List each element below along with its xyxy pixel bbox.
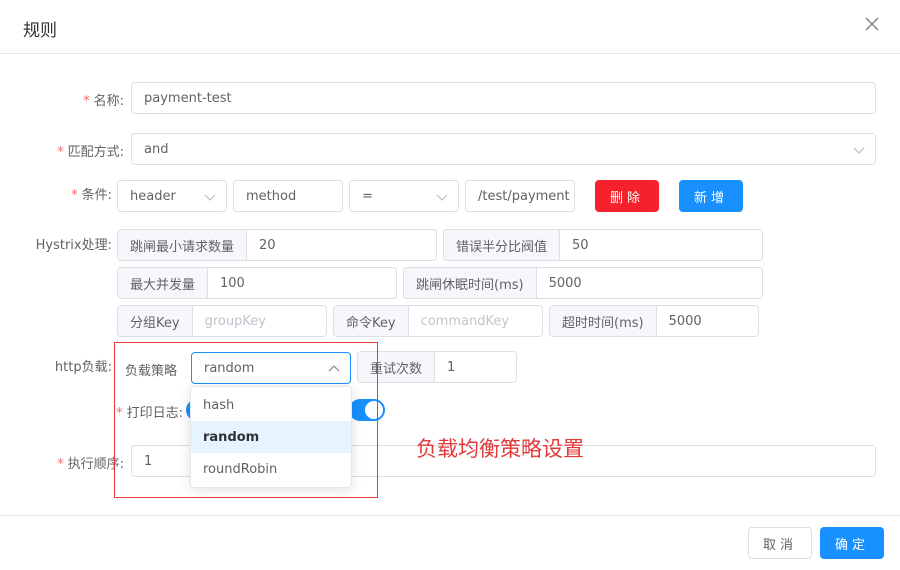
condition-field-input[interactable]: method bbox=[233, 180, 343, 212]
close-icon[interactable] bbox=[862, 14, 882, 34]
delete-condition-button[interactable]: 删除 bbox=[595, 180, 659, 212]
chevron-down-icon bbox=[204, 194, 216, 201]
retry-group[interactable]: 重试次数 1 bbox=[357, 351, 517, 383]
timeout-input[interactable]: 5000 bbox=[657, 306, 714, 336]
order-label: * 执行顺序: bbox=[57, 457, 124, 472]
command-key-group[interactable]: 命令Key commandKey bbox=[333, 305, 543, 337]
error-threshold-label: 错误半分比阀值 bbox=[444, 230, 561, 260]
timeout-group[interactable]: 超时时间(ms) 5000 bbox=[549, 305, 759, 337]
sleep-window-group[interactable]: 跳闸休眠时间(ms) 5000 bbox=[403, 267, 763, 299]
min-requests-group[interactable]: 跳闸最小请求数量 20 bbox=[117, 229, 437, 261]
condition-label: * 条件: bbox=[71, 188, 112, 203]
name-label: * 名称: bbox=[83, 94, 124, 109]
sleep-window-input[interactable]: 5000 bbox=[537, 268, 594, 298]
error-threshold-input[interactable]: 50 bbox=[560, 230, 601, 260]
timeout-label: 超时时间(ms) bbox=[550, 306, 657, 336]
chevron-down-icon bbox=[853, 147, 865, 154]
error-threshold-group[interactable]: 错误半分比阀值 50 bbox=[443, 229, 763, 261]
name-input[interactable]: payment-test bbox=[131, 82, 876, 114]
ok-button[interactable]: 确定 bbox=[820, 527, 884, 559]
group-key-input[interactable]: groupKey bbox=[193, 306, 278, 336]
add-condition-button[interactable]: 新增 bbox=[679, 180, 743, 212]
retry-input[interactable]: 1 bbox=[435, 352, 467, 382]
min-requests-input[interactable]: 20 bbox=[247, 230, 288, 260]
command-key-label: 命令Key bbox=[334, 306, 409, 336]
max-concurrency-group[interactable]: 最大并发量 100 bbox=[117, 267, 397, 299]
chevron-down-icon bbox=[436, 194, 448, 201]
header-divider bbox=[0, 53, 900, 54]
condition-operator-select[interactable]: = bbox=[349, 180, 459, 212]
max-concurrency-label: 最大并发量 bbox=[118, 268, 209, 298]
match-select[interactable]: and bbox=[131, 133, 876, 165]
group-key-label: 分组Key bbox=[118, 306, 193, 336]
footer-divider bbox=[0, 515, 900, 516]
condition-type-select[interactable]: header bbox=[117, 180, 227, 212]
annotation-text: 负载均衡策略设置 bbox=[416, 437, 584, 461]
group-key-group[interactable]: 分组Key groupKey bbox=[117, 305, 327, 337]
cancel-button[interactable]: 取消 bbox=[748, 527, 812, 559]
hystrix-label: Hystrix处理: bbox=[35, 238, 112, 253]
max-concurrency-input[interactable]: 100 bbox=[208, 268, 257, 298]
command-key-input[interactable]: commandKey bbox=[409, 306, 521, 336]
http-load-label: http负载: bbox=[54, 360, 112, 375]
min-requests-label: 跳闸最小请求数量 bbox=[118, 230, 248, 260]
condition-value-input[interactable]: /test/payment bbox=[465, 180, 575, 212]
annotation-box bbox=[114, 342, 378, 498]
match-label: * 匹配方式: bbox=[57, 145, 124, 160]
dialog-title: 规则 bbox=[23, 21, 57, 41]
sleep-window-label: 跳闸休眠时间(ms) bbox=[404, 268, 537, 298]
